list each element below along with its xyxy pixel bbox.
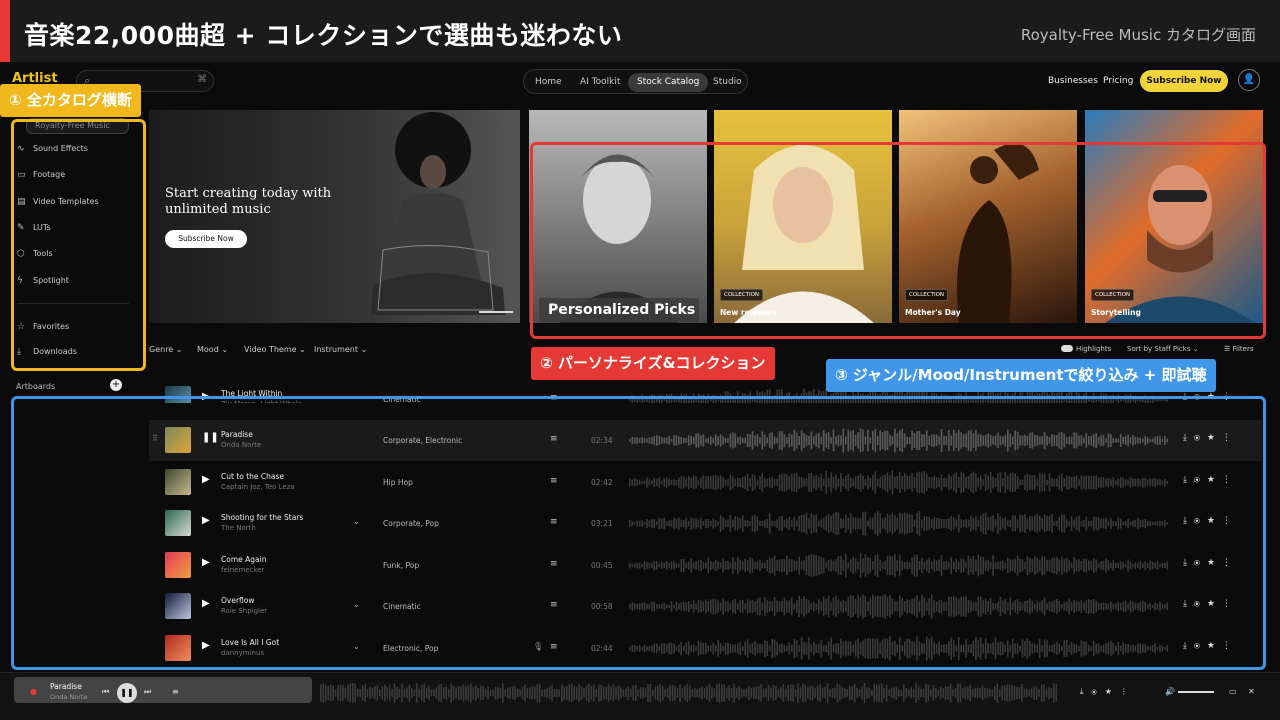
hero-carousel-indicator[interactable] bbox=[479, 311, 513, 313]
hero-banner: Start creating today with unlimited musi… bbox=[149, 110, 520, 323]
chevron-down-icon: ⌄ bbox=[221, 345, 229, 354]
highlight-frame-catalog bbox=[11, 119, 146, 371]
highlights-toggle[interactable] bbox=[1061, 345, 1073, 352]
next-icon[interactable]: ⏭ bbox=[144, 687, 151, 697]
artboards-label: Artboards bbox=[16, 382, 56, 391]
player-track-name: Paradise bbox=[50, 682, 82, 691]
slide-title: 音楽22,000曲超 + コレクションで選曲も迷わない bbox=[24, 21, 623, 50]
shortcut-icon: ⌘ bbox=[197, 74, 207, 85]
tab-ai-toolkit[interactable]: AI Toolkit bbox=[571, 73, 629, 92]
highlight-frame-collections bbox=[530, 142, 1266, 339]
link-pricing[interactable]: Pricing bbox=[1103, 76, 1133, 86]
close-player-icon[interactable]: ✕ bbox=[1248, 687, 1255, 696]
filter-video-theme[interactable]: Video Theme ⌄ bbox=[244, 345, 306, 354]
tab-stock-catalog[interactable]: Stock Catalog bbox=[628, 73, 709, 92]
volume-slider[interactable] bbox=[1178, 691, 1214, 693]
chevron-down-icon: ⌄ bbox=[360, 345, 368, 354]
chevron-down-icon: ⌄ bbox=[1192, 345, 1199, 353]
main-nav: Home AI Toolkit Stock Catalog Studio bbox=[523, 69, 748, 94]
chevron-down-icon: ⌄ bbox=[299, 345, 306, 354]
player-waveform[interactable] bbox=[320, 680, 1060, 706]
player-artist-name: Onda Norte bbox=[50, 693, 88, 701]
slide-title-bar: 音楽22,000曲超 + コレクションで選曲も迷わない Royalty-Free… bbox=[0, 0, 1280, 62]
filter-instrument[interactable]: Instrument ⌄ bbox=[314, 345, 367, 354]
highlight-frame-tracks bbox=[11, 396, 1266, 670]
record-icon[interactable]: ● bbox=[30, 687, 37, 696]
title-accent-bar bbox=[0, 0, 10, 62]
filters-button[interactable]: ☰ Filters bbox=[1224, 345, 1254, 353]
tab-studio[interactable]: Studio bbox=[704, 73, 751, 92]
annotation-filters: ③ ジャンル/Mood/Instrumentで絞り込み + 即試聴 bbox=[826, 359, 1216, 392]
sort-dropdown[interactable]: Sort by Staff Picks ⌄ bbox=[1127, 345, 1199, 353]
chevron-down-icon: ⌄ bbox=[175, 345, 183, 354]
user-avatar-icon[interactable]: 👤 bbox=[1238, 69, 1260, 91]
highlights-label: Highlights bbox=[1076, 345, 1112, 353]
annotation-collections: ② パーソナライズ&コレクション bbox=[531, 347, 775, 380]
hero-title: Start creating today with unlimited musi… bbox=[165, 186, 332, 217]
hero-subscribe-button[interactable]: Subscribe Now bbox=[165, 230, 247, 248]
hero-portrait-image bbox=[371, 112, 505, 315]
tab-home[interactable]: Home bbox=[526, 73, 571, 92]
sliders-icon: ☰ bbox=[1224, 345, 1231, 353]
filter-mood[interactable]: Mood ⌄ bbox=[197, 345, 228, 354]
player-actions[interactable]: ⤓⦿★⋮ bbox=[1080, 687, 1136, 697]
queue-icon[interactable]: ≡ bbox=[172, 687, 179, 696]
slide-subtitle: Royalty-Free Music カタログ画面 bbox=[1020, 26, 1256, 44]
volume-icon[interactable]: 🔊 bbox=[1165, 687, 1175, 696]
annotation-catalog: ① 全カタログ横断 bbox=[0, 84, 141, 117]
pause-button[interactable]: ❚❚ bbox=[117, 683, 137, 703]
add-artboard-button[interactable]: + bbox=[110, 379, 122, 391]
subscribe-button[interactable]: Subscribe Now bbox=[1140, 70, 1228, 92]
filter-genre[interactable]: Genre ⌄ bbox=[149, 345, 182, 354]
pip-icon[interactable]: ▭ bbox=[1229, 687, 1237, 696]
link-businesses[interactable]: Businesses bbox=[1048, 76, 1098, 86]
previous-icon[interactable]: ⏮ bbox=[102, 687, 109, 697]
